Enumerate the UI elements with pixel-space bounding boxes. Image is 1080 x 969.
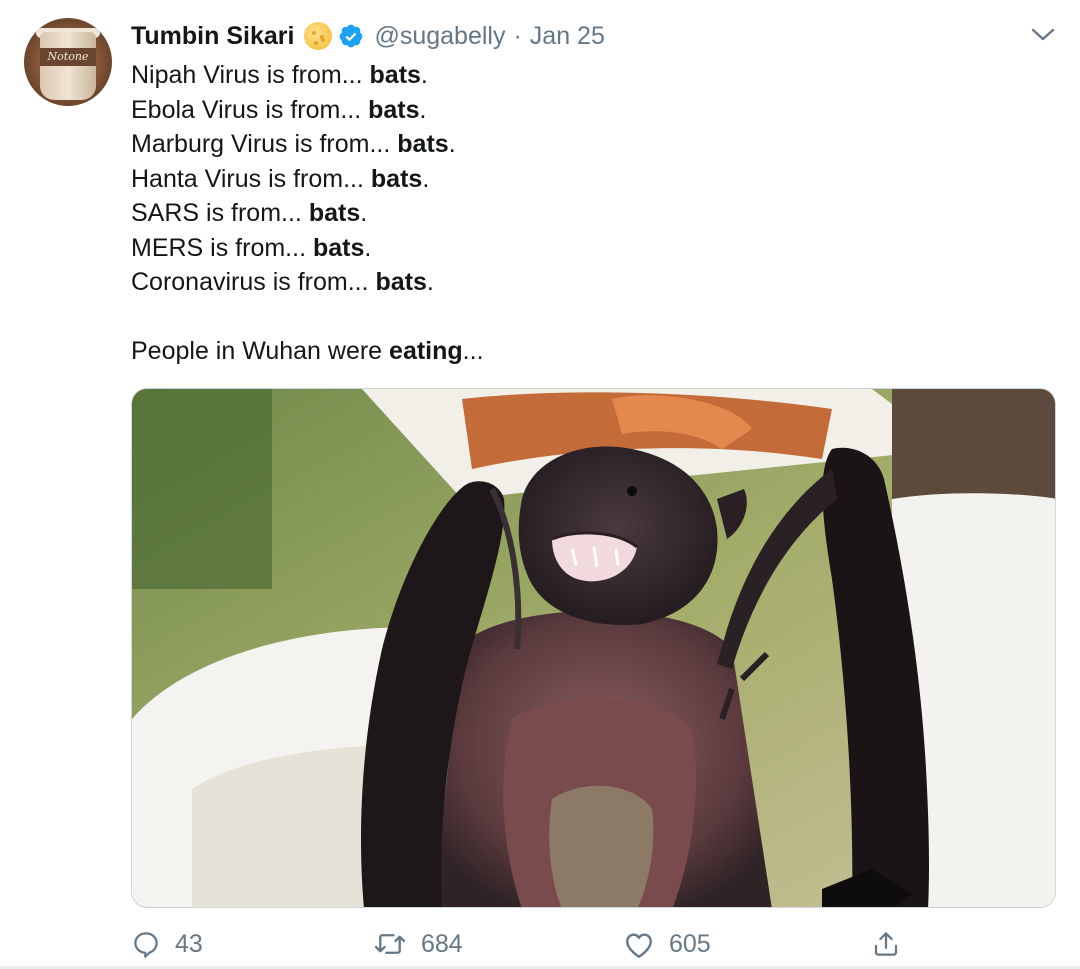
reply-button[interactable]: 43 (131, 924, 203, 964)
tweet-line: MERS is from... bats. (131, 233, 372, 262)
tweet-line: Marburg Virus is from... bats. (131, 130, 456, 158)
tweet-line: Nipah Virus is from... bats. (131, 61, 428, 89)
avatar-cup (40, 32, 96, 100)
tweet-header: Tumbin Sikari @sugabelly · Jan 25 (131, 20, 605, 52)
tweet-closing-line: People in Wuhan were eating... (131, 337, 484, 365)
tweet-text: Nipah Virus is from... bats. Ebola Virus… (131, 58, 1031, 369)
tweet-actions: 43 684 605 (131, 924, 1056, 964)
retweet-icon (373, 929, 407, 959)
like-count: 605 (669, 929, 711, 958)
tweet-photo[interactable] (131, 388, 1056, 908)
like-button[interactable]: 605 (623, 924, 711, 964)
retweet-count: 684 (421, 929, 463, 958)
avatar[interactable]: Notone (24, 18, 112, 106)
handle[interactable]: @sugabelly (374, 22, 505, 51)
share-icon (871, 929, 901, 959)
tweet-line: Coronavirus is from... bats. (131, 268, 434, 296)
retweet-button[interactable]: 684 (373, 924, 463, 964)
chevron-down-icon[interactable] (1030, 24, 1056, 46)
display-name[interactable]: Tumbin Sikari (131, 22, 294, 51)
cookie-emoji-icon (304, 22, 333, 50)
share-button[interactable] (871, 924, 901, 964)
avatar-cup-label: Notone (40, 48, 96, 66)
tweet-line: SARS is from... bats. (131, 199, 368, 227)
line-spacer (131, 300, 1031, 335)
meta-separator: · (513, 21, 522, 50)
tweet-line: Ebola Virus is from... bats. (131, 95, 427, 124)
tweet[interactable]: Notone Tumbin Sikari @sugabelly · Jan 25… (0, 0, 1080, 969)
reply-icon (131, 929, 161, 959)
bat-photo-illustration (132, 389, 1055, 907)
verified-badge-icon (338, 23, 364, 49)
tweet-line: Hanta Virus is from... bats. (131, 164, 430, 193)
reply-count: 43 (175, 929, 203, 958)
heart-icon (623, 929, 655, 959)
timestamp[interactable]: Jan 25 (530, 22, 605, 51)
